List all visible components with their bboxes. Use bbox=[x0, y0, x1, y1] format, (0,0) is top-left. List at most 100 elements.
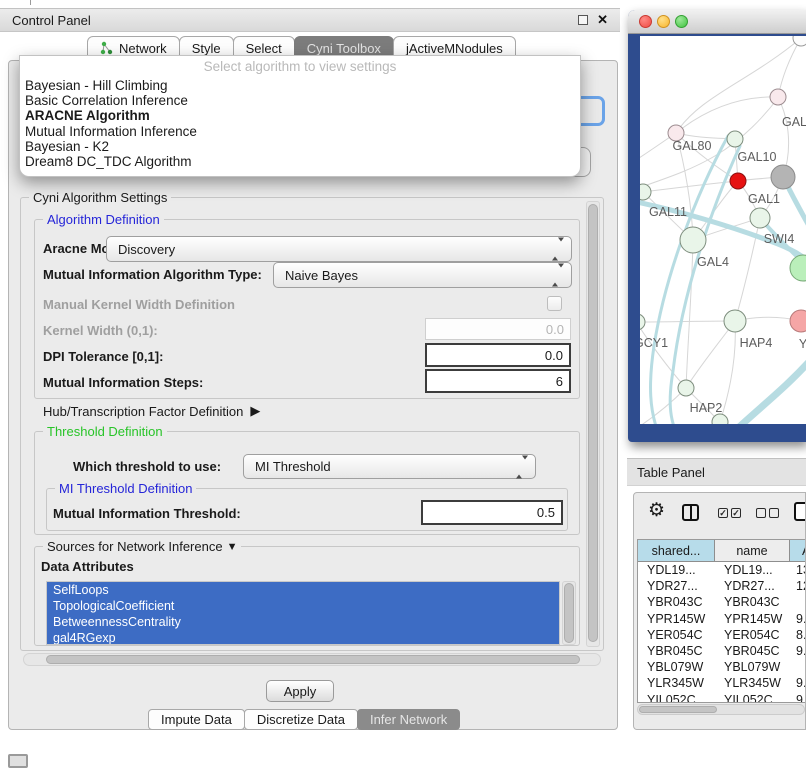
algorithm-option[interactable]: Basic Correlation Inference bbox=[20, 93, 580, 108]
algorithm-option[interactable]: Bayesian - Hill Climbing bbox=[20, 78, 580, 93]
network-node[interactable] bbox=[640, 314, 645, 330]
minimize-traffic-light-icon[interactable] bbox=[657, 15, 670, 28]
mi-threshold-definition-group: MI Threshold Definition Mutual Informati… bbox=[46, 488, 568, 531]
table-row[interactable]: YER054CYER054C8. bbox=[638, 627, 806, 643]
which-threshold-value: MI Threshold bbox=[255, 459, 331, 474]
network-node[interactable] bbox=[771, 165, 795, 189]
column-header[interactable]: name bbox=[715, 540, 790, 561]
network-node[interactable] bbox=[727, 131, 743, 147]
threshold-definition-title: Threshold Definition bbox=[43, 424, 167, 439]
table-cell: YER054C bbox=[638, 627, 715, 643]
unchecked-attributes-icon[interactable] bbox=[756, 508, 779, 518]
network-icon bbox=[100, 41, 114, 55]
table-row[interactable]: YBR043CYBR043C bbox=[638, 594, 806, 610]
table-row[interactable]: YIL052CYIL052C9. bbox=[638, 692, 806, 704]
checked-attributes-icon[interactable]: ✓✓ bbox=[718, 508, 741, 518]
algorithm-dropdown-popup: Select algorithm to view settings Bayesi… bbox=[19, 55, 581, 177]
page-icon[interactable] bbox=[794, 502, 806, 521]
close-traffic-light-icon[interactable] bbox=[639, 15, 652, 28]
node-label: GAL bbox=[782, 115, 806, 129]
table-cell: YPR145W bbox=[715, 611, 790, 627]
mi-steps-field[interactable]: 6 bbox=[425, 369, 571, 393]
settings-vertical-scrollbar[interactable] bbox=[586, 201, 600, 647]
mi-threshold-field[interactable]: 0.5 bbox=[421, 500, 563, 525]
network-node[interactable] bbox=[750, 208, 770, 228]
zoom-traffic-light-icon[interactable] bbox=[675, 15, 688, 28]
table-cell: YDL19... bbox=[638, 562, 715, 578]
table-row[interactable]: YBL079WYBL079W bbox=[638, 659, 806, 675]
dpi-tolerance-field[interactable]: 0.0 bbox=[425, 343, 571, 367]
kernel-width-field[interactable]: 0.0 bbox=[425, 318, 571, 340]
close-icon[interactable]: ✕ bbox=[597, 15, 608, 25]
gear-icon[interactable]: ⚙ bbox=[648, 501, 665, 521]
table-row[interactable]: YLR345WYLR345W9. bbox=[638, 675, 806, 691]
column-header[interactable]: shared... bbox=[638, 540, 715, 561]
float-window-icon[interactable] bbox=[578, 15, 588, 25]
node-label: GAL80 bbox=[673, 139, 712, 153]
table-row[interactable]: YBR045CYBR045C9. bbox=[638, 643, 806, 659]
cyni-bottom-tab-bar: Impute Data Discretize Data Infer Networ… bbox=[149, 709, 460, 730]
apply-button[interactable]: Apply bbox=[266, 680, 334, 702]
network-edge[interactable] bbox=[640, 388, 686, 424]
table-header-row: shared...nameA bbox=[638, 540, 806, 562]
columns-icon[interactable] bbox=[682, 504, 699, 521]
table-cell: YDL19... bbox=[715, 562, 790, 578]
table-cell: 9. bbox=[790, 692, 806, 704]
tab-infer-network[interactable]: Infer Network bbox=[357, 709, 460, 730]
control-panel-titlebar: Control Panel ✕ bbox=[0, 8, 620, 32]
cyni-algorithm-settings-group: Cyni Algorithm Settings Algorithm Defini… bbox=[20, 197, 604, 651]
attribute-list-item[interactable]: gal4RGexp bbox=[47, 630, 559, 645]
settings-horizontal-scrollbar[interactable] bbox=[23, 653, 601, 666]
algorithm-option[interactable]: ARACNE Algorithm bbox=[20, 108, 580, 123]
network-node[interactable] bbox=[678, 380, 694, 396]
network-view-window: GALGAL80GAL10GAL1GAL11SWI4GAL4GCY1HAP4YH… bbox=[628, 10, 806, 442]
attributes-list-scrollbar[interactable] bbox=[562, 581, 576, 645]
network-node[interactable] bbox=[730, 173, 746, 189]
node-attribute-table: shared...nameA YDL19...YDL19...13YDR27..… bbox=[637, 539, 806, 703]
attribute-list-item[interactable]: BetweennessCentrality bbox=[47, 614, 559, 630]
network-edge[interactable] bbox=[686, 240, 693, 388]
algorithm-option[interactable]: Dream8 DC_TDC Algorithm bbox=[20, 154, 580, 169]
table-horizontal-scrollbar[interactable] bbox=[637, 704, 805, 715]
table-row[interactable]: YPR145WYPR145W9. bbox=[638, 611, 806, 627]
algorithm-option[interactable]: Bayesian - K2 bbox=[20, 139, 580, 154]
network-node[interactable] bbox=[640, 184, 651, 200]
tab-jactivemnodules-label: jActiveMNodules bbox=[406, 41, 503, 56]
which-threshold-combo[interactable]: MI Threshold bbox=[243, 454, 536, 479]
tab-discretize-data[interactable]: Discretize Data bbox=[244, 709, 358, 730]
spinner-arrows-icon bbox=[552, 268, 564, 283]
tab-network-label: Network bbox=[119, 41, 167, 56]
table-cell: YBL079W bbox=[715, 659, 790, 675]
network-edge[interactable] bbox=[738, 354, 806, 424]
aracne-mode-combo[interactable]: Discovery bbox=[106, 236, 572, 262]
manual-kernel-checkbox[interactable] bbox=[547, 296, 562, 311]
network-node[interactable] bbox=[724, 310, 746, 332]
docked-panel-icon[interactable] bbox=[8, 754, 28, 768]
network-node[interactable] bbox=[712, 414, 728, 424]
table-cell bbox=[790, 659, 806, 675]
hub-definition-expander[interactable]: Hub/Transcription Factor Definition ▶ bbox=[43, 403, 260, 419]
table-row[interactable]: YDL19...YDL19...13 bbox=[638, 562, 806, 578]
mi-threshold-value: 0.5 bbox=[537, 505, 555, 520]
network-node[interactable] bbox=[790, 255, 806, 281]
network-node[interactable] bbox=[680, 227, 706, 253]
table-cell: YPR145W bbox=[638, 611, 715, 627]
attribute-list-item[interactable]: TopologicalCoefficient bbox=[47, 598, 559, 614]
tab-impute-data[interactable]: Impute Data bbox=[148, 709, 245, 730]
network-node[interactable] bbox=[793, 36, 806, 46]
network-edge[interactable] bbox=[686, 321, 735, 388]
network-node[interactable] bbox=[790, 310, 806, 332]
table-cell: YBR045C bbox=[638, 643, 715, 659]
data-attributes-label: Data Attributes bbox=[41, 559, 134, 574]
table-cell: 9. bbox=[790, 611, 806, 627]
column-header[interactable]: A bbox=[790, 540, 806, 561]
data-attributes-list[interactable]: SelfLoopsTopologicalCoefficientBetweenne… bbox=[46, 581, 560, 645]
network-node[interactable] bbox=[770, 89, 786, 105]
network-edge[interactable] bbox=[640, 321, 735, 322]
network-canvas[interactable]: GALGAL80GAL10GAL1GAL11SWI4GAL4GCY1HAP4YH… bbox=[640, 36, 806, 424]
attribute-list-item[interactable]: SelfLoops bbox=[47, 582, 559, 598]
algorithm-option[interactable]: Mutual Information Inference bbox=[20, 124, 580, 139]
mi-type-combo[interactable]: Naive Bayes bbox=[273, 262, 572, 288]
sources-title-row[interactable]: Sources for Network Inference ▼ bbox=[43, 539, 241, 554]
table-row[interactable]: YDR27...YDR27...12 bbox=[638, 578, 806, 594]
